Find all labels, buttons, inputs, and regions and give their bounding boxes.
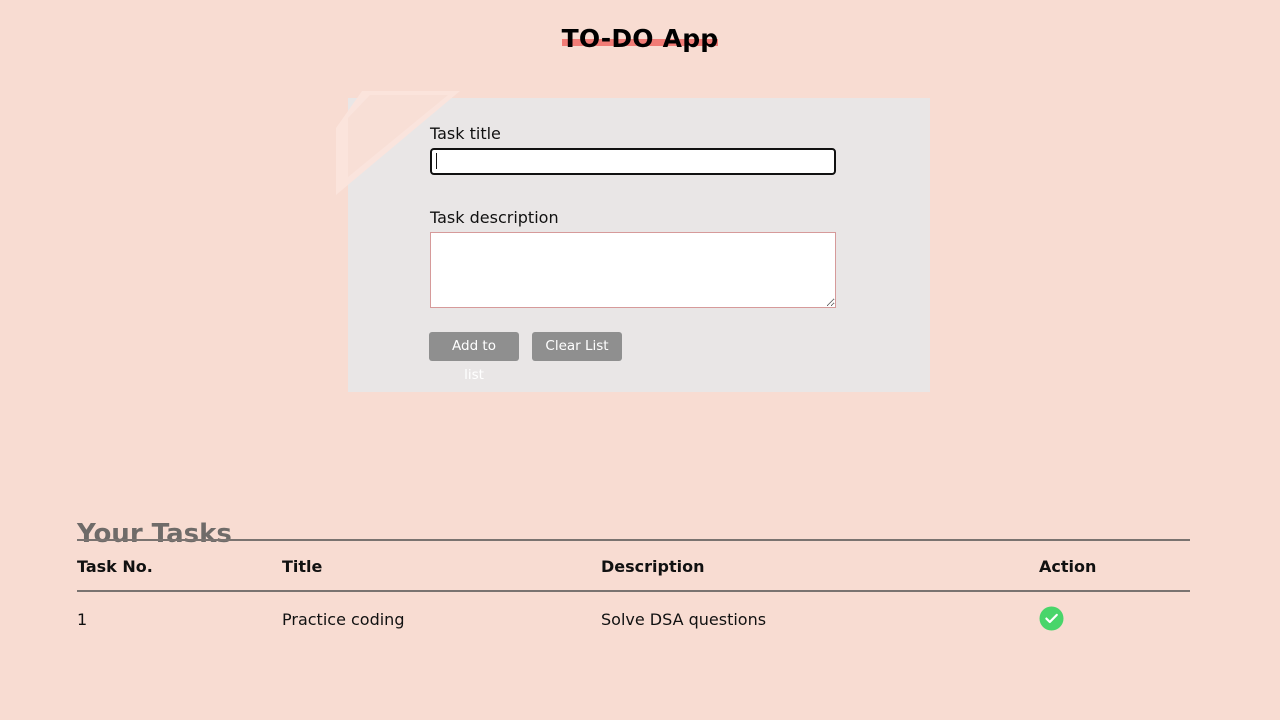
- add-to-list-button[interactable]: Add to list: [429, 332, 519, 383]
- task-description-label: Task description: [430, 208, 559, 227]
- column-header-task-number: Task No.: [77, 557, 153, 576]
- app-title: TO-DO App: [561, 22, 719, 56]
- text-cursor: [436, 153, 437, 169]
- clear-list-button[interactable]: Clear List: [532, 332, 622, 361]
- column-header-title: Title: [282, 557, 323, 576]
- task-description-textarea[interactable]: [430, 232, 836, 308]
- column-header-description: Description: [601, 557, 705, 576]
- table-top-divider: [77, 539, 1190, 541]
- check-circle-icon[interactable]: [1039, 606, 1064, 631]
- task-number-cell: 1: [77, 610, 88, 629]
- task-form-card: Task title Task description Add to list …: [336, 91, 930, 392]
- task-title-label: Task title: [430, 124, 501, 143]
- task-title-input[interactable]: [430, 148, 836, 175]
- app-header: TO-DO App: [0, 22, 1280, 56]
- tasks-heading: Your Tasks: [77, 518, 232, 549]
- task-title-cell: Practice coding: [282, 610, 405, 629]
- task-description-cell: Solve DSA questions: [601, 610, 767, 629]
- column-header-action: Action: [1039, 557, 1097, 576]
- table-header-divider: [77, 590, 1190, 592]
- app-title-text: TO-DO App: [561, 24, 719, 53]
